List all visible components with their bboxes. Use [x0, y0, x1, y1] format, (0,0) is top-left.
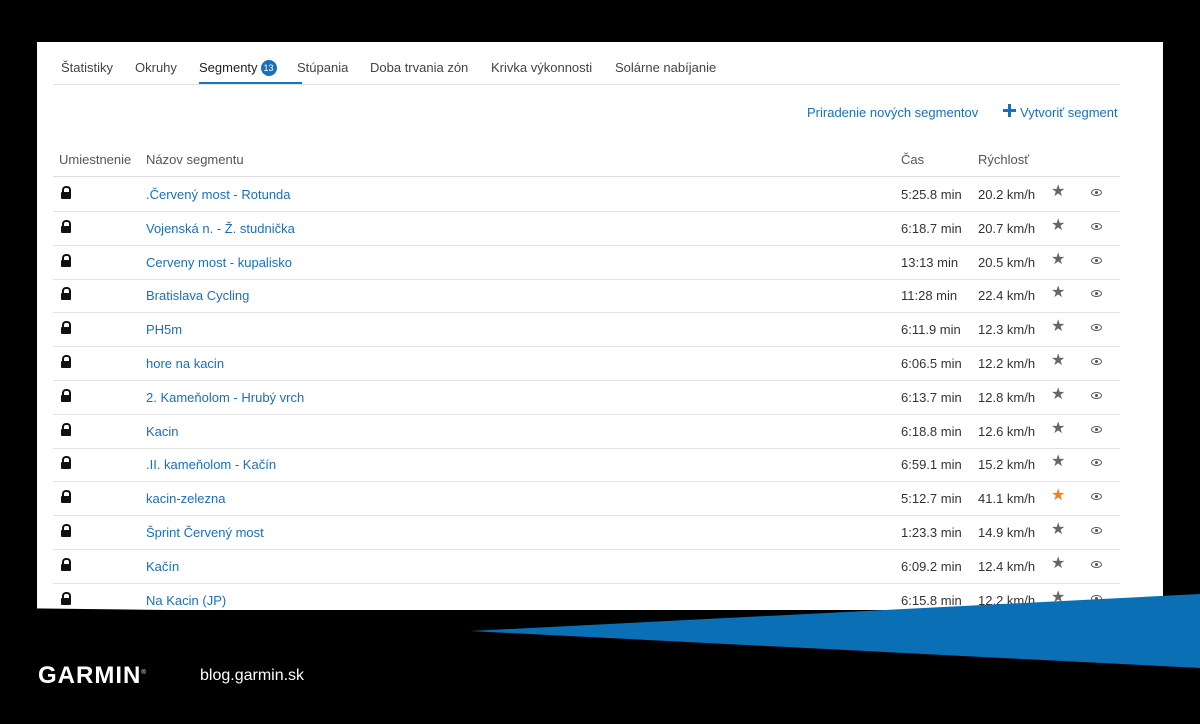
blue-banner-graphic	[0, 594, 1200, 668]
registered-mark: ®	[141, 670, 146, 676]
blog-url: blog.garmin.sk	[200, 667, 305, 684]
garmin-logo-text: GARMIN	[38, 662, 142, 689]
blue-banner-shape	[470, 594, 1200, 668]
garmin-logo: GARMIN®	[38, 662, 146, 690]
